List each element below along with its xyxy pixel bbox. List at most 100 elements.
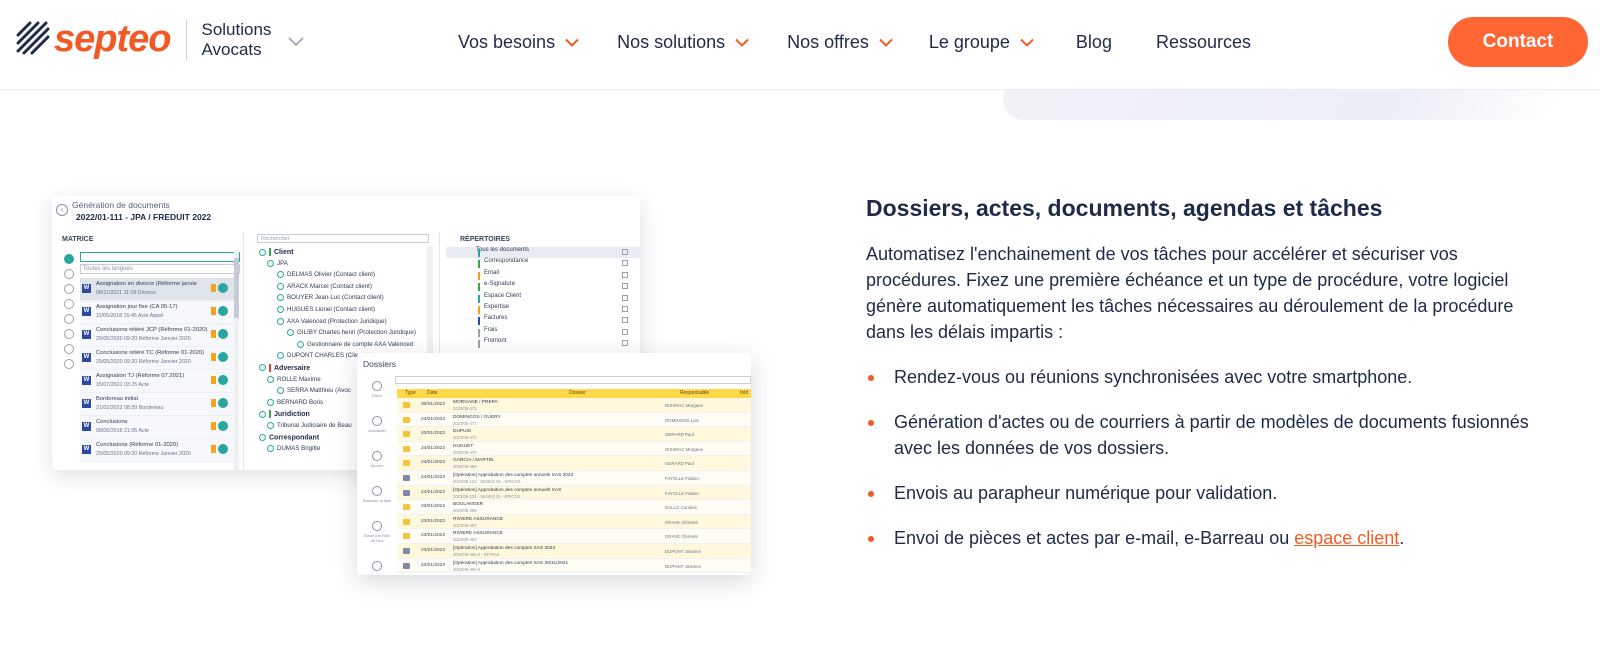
col-dossier: Dossier [569,390,586,396]
radio-icon [297,340,304,348]
bookmark-icon [211,445,216,453]
word-doc-icon: W [82,307,91,316]
matrice-search-input [80,252,240,262]
matrice-tool-icons [64,254,78,374]
main-nav: Vos besoins Nos solutions Nos offres Le … [458,32,1251,53]
matrice-item-title: Conclusions (Réforme 01-2020) [96,442,179,448]
dossier-ref: 2023/05-467 [453,522,477,528]
repertoires-list: Tous les documents Correspondance Email e-S… [446,247,640,350]
nav-item-le-groupe[interactable]: Le groupe [929,32,1034,53]
nav-item-ressources[interactable]: Ressources [1156,32,1251,53]
tree-item-label: Juridiction [274,411,310,419]
tree-item: Gestionnaire de compte AXA Valenced [257,340,435,353]
tree-item-label: AXA Valenced (Protection Juridique) [287,317,387,325]
tree-item-label: GILIBY Charles henri (Protection Juridiq… [297,329,416,337]
section-title: Dossiers, actes, documents, agendas et t… [866,195,1383,221]
matrice-item-meta: 08/11/2021 11:09 Divorce [96,290,156,296]
dossier-date: 23/01/2023 [421,562,446,568]
radio-icon [259,410,266,418]
nav-item-blog[interactable]: Blog [1076,32,1112,53]
nav-item-nos-offres[interactable]: Nos offres [787,32,893,53]
nav-item-vos-besoins[interactable]: Vos besoins [458,32,579,53]
bookmark-icon [211,284,216,292]
repertoire-item: Expertise [446,304,640,315]
dossier-row: 24/01/2023 GARCIA / MARTIN 2023/05-469 GERA… [397,456,751,471]
color-bar [478,249,480,257]
toolbar-icon [372,381,382,391]
repertoire-label: Espace Client [484,292,522,299]
feature-text: Envoi de pièces et actes par e-mail, e-B… [894,528,1295,548]
word-doc-icon: W [82,353,91,362]
dossier-date: 24/01/2023 [421,474,446,480]
radio-icon [267,421,274,429]
matrice-item: W Assignation jour fixe (CA 05-17) 11/05/2… [80,301,238,324]
dossiers-toolbar: Filtrer Actualiser Ajouter Basculer la list… [363,377,391,575]
dossier-responsable: FAYOLLE Fabien [665,475,699,481]
radio-icon [277,305,284,313]
delete-icon [64,359,74,369]
nav-label: Blog [1075,32,1112,52]
word-doc-icon: W [82,399,91,408]
col-date: Date [427,390,438,396]
chevron-down-icon [879,38,893,47]
matrice-item-title: Conclusions rétéré JCP (Réforme 01-2020) [96,327,208,333]
col-intitule: Intit [740,390,749,396]
logo-divider [186,19,188,60]
contact-button[interactable]: Contact [1448,17,1588,67]
chevron-down-icon[interactable] [287,35,305,47]
bookmark-icon [211,376,216,384]
espace-client-link[interactable]: espace client [1294,528,1399,548]
dossier-responsable: GRAVE Clément [665,519,698,525]
product-screenshot-dossiers: Dossiers Filtrer Actualiser Ajouter Bascule… [357,353,751,575]
tree-item-label: DUMAS Brigitte [277,445,321,453]
star-icon [218,306,228,316]
folder-icon [403,533,410,540]
dossier-responsable: DUPONT Jasmine [665,563,702,569]
toolbar-icon [372,521,382,531]
nav-item-nos-solutions[interactable]: Nos solutions [617,32,749,53]
col-type: Type [405,390,416,396]
count-box [622,340,628,347]
tree-item-label: DELMAS Olivier (Contact client) [287,271,376,279]
dossier-responsable: DISSRAC Morgane [665,403,704,408]
dossier-ref: 2023/05-124 - SKOKO 01 - EPICOS [453,478,521,484]
dossier-name: HUGUET [453,443,474,449]
nav-label: Ressources [1155,32,1251,52]
word-doc-icon: W [82,445,91,454]
screenshot-title: Génération de documents [72,200,170,210]
matrice-item-meta: 25/05/2020 09:20 Réforme Janvier 2020 [96,336,191,342]
repertoire-item: Factures [446,315,640,326]
matrice-item-meta: 15/07/2021 03:25 Acte [96,382,150,388]
feature-item: Envoi de pièces et actes par e-mail, e-B… [866,525,1566,551]
repertoires-header: RÉPERTOIRES [460,236,511,243]
count-box [622,305,628,312]
dossier-ref: 2023/05-469 [453,464,477,470]
count-box [622,283,628,290]
dossier-row: 24/01/2023 HUGUET 2023/05-470 DISSRAC Morga… [397,441,751,457]
toolbar-label: Statut par Rôle de l'Act [363,533,391,543]
dossier-row: 23/01/2023 [Opération] Approbation des co… [397,543,751,559]
nav-label: Nos solutions [617,32,726,52]
count-box [622,249,628,255]
radio-icon [277,282,284,290]
matrice-item-meta: 11/05/2018 15:45 Acte Appel [96,313,164,319]
chevron-down-icon [1020,38,1034,47]
count-box [622,260,628,267]
color-bar [478,305,480,314]
nav-label: Nos offres [787,32,869,52]
brand-logo[interactable]: septeo Solutions Avocats [16,18,305,61]
help-icon [64,254,74,264]
dossier-row: 20/01/2023 DUPUIS 2023/05-471 GERARD Paul [397,427,751,442]
repertoire-label: e-Signature [484,281,516,288]
dossier-date: 23/01/2023 [421,533,446,539]
dossier-ref: 2023/05-465-2 [453,566,481,572]
count-box [622,317,628,324]
back-arrow-icon: ‹ [56,204,68,216]
matrice-item: W Conclusions rétéré TC (Réforme 01-2020)… [80,347,238,370]
star-icon [218,352,228,362]
tree-item: HUGUES Lionel (Contact client) [257,305,435,318]
settings-icon [64,314,74,324]
tree-item: Client [257,248,435,260]
radio-icon [277,271,284,279]
matrice-item-title: Conclusions rétéré TC (Réforme 01-2020) [96,350,205,356]
